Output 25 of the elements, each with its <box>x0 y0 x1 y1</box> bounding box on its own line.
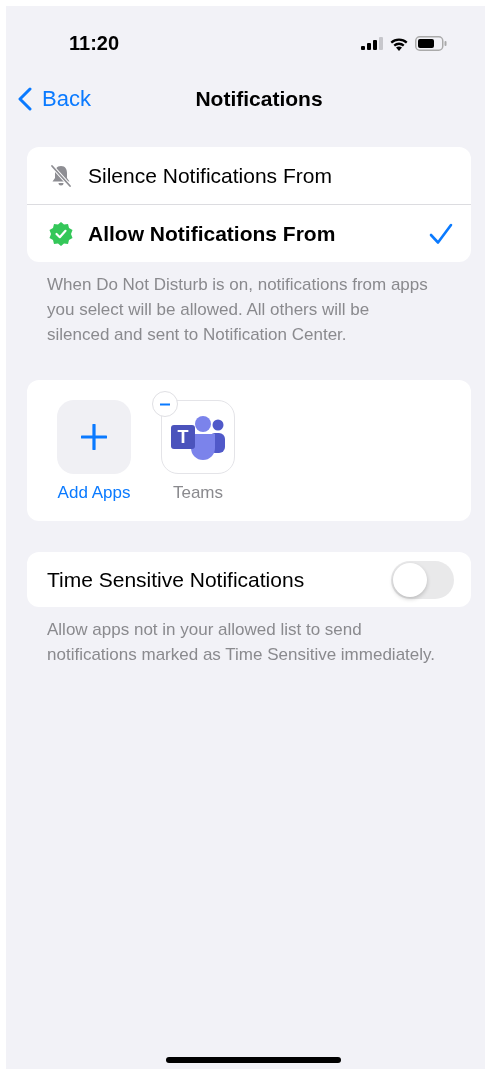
status-time: 11:20 <box>69 31 120 55</box>
mode-option[interactable]: Silence Notifications From <box>27 147 471 204</box>
plus-icon <box>81 424 107 450</box>
footer-note: When Do Not Disturb is on, notifications from apps you select will be allowed. All others will be silenced and sent to Notification Center. <box>47 274 429 346</box>
toggle-switch[interactable] <box>391 560 454 599</box>
signal-icon <box>361 36 383 50</box>
minus-icon <box>160 402 170 406</box>
add-apps-button[interactable]: Add Apps <box>57 400 131 503</box>
page-title: Notifications <box>195 87 323 111</box>
checkmark-icon <box>429 222 453 245</box>
footer-note: Allow apps not in your allowed list to send notifications marked as Time Sensitive immediately. <box>47 619 435 666</box>
back-button[interactable]: Back <box>18 86 91 112</box>
check-badge-icon <box>48 220 74 247</box>
mode-option[interactable]: Allow Notifications From <box>27 204 471 262</box>
chevron-left-icon <box>18 87 32 111</box>
bell-slash-icon <box>48 162 74 189</box>
app-label: Add Apps <box>57 483 131 503</box>
app-logo-letter: T <box>171 425 195 449</box>
people-icon <box>191 416 225 460</box>
app-icon[interactable]: T <box>161 400 235 474</box>
remove-button[interactable] <box>152 391 178 417</box>
battery-icon <box>415 35 447 51</box>
toggle-label: Time Sensitive Notifications <box>47 567 305 592</box>
wifi-icon <box>389 35 409 51</box>
app-label: Teams <box>172 483 224 503</box>
